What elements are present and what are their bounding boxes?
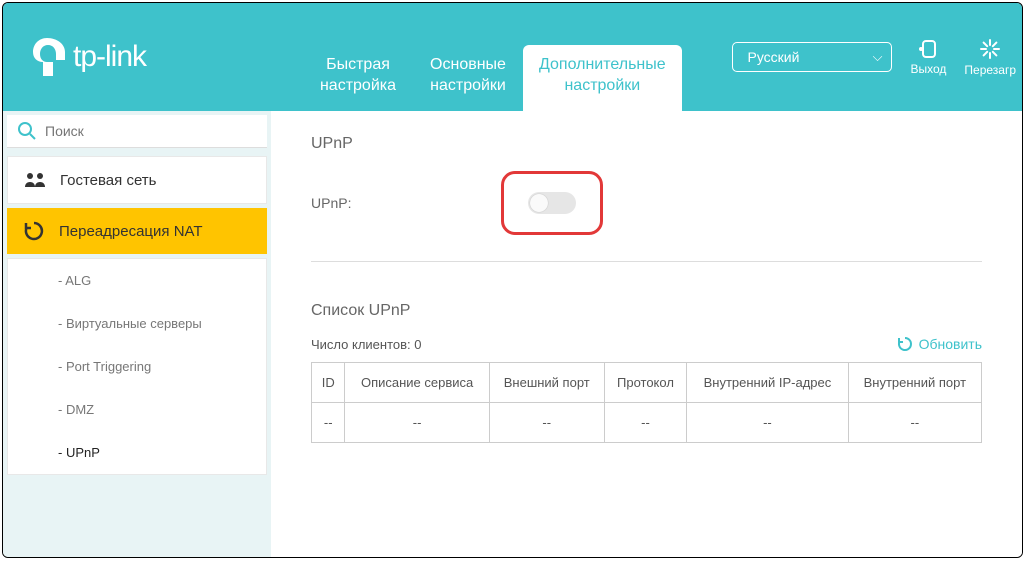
- logo-area: tp-link: [3, 3, 273, 111]
- reload-button[interactable]: Перезагр: [964, 38, 1016, 77]
- sidebar: Гостевая сеть Переадресация NAT - ALG - …: [3, 111, 271, 557]
- nav-tabs: Быстрая настройка Основные настройки Доп…: [303, 3, 682, 111]
- search-icon: [17, 121, 37, 141]
- tab-quick-setup[interactable]: Быстрая настройка: [303, 45, 413, 111]
- sidebar-item-guest-network[interactable]: Гостевая сеть: [7, 156, 267, 204]
- section-title-upnp-list: Список UPnP: [311, 302, 982, 320]
- section-title-upnp: UPnP: [311, 135, 982, 153]
- clients-count: Число клиентов: 0: [311, 337, 422, 352]
- refresh-button[interactable]: Обновить: [897, 336, 982, 352]
- logout-label: Выход: [910, 62, 946, 76]
- refresh-label: Обновить: [919, 336, 982, 352]
- reload-label: Перезагр: [964, 63, 1016, 77]
- header-right: Русский ⌵ Выход Перезагр: [732, 3, 1022, 111]
- sidebar-item-label: Переадресация NAT: [59, 223, 203, 240]
- logo: tp-link: [31, 36, 146, 78]
- users-icon: [24, 171, 46, 189]
- th-internal-port: Внутренний порт: [848, 363, 981, 403]
- toggle-knob: [530, 194, 548, 212]
- upnp-toggle-highlight: [501, 171, 603, 235]
- upnp-table: ID Описание сервиса Внешний порт Протоко…: [311, 362, 982, 443]
- nat-icon: [23, 222, 45, 240]
- upnp-label: UPnP:: [311, 195, 351, 211]
- logout-button[interactable]: Выход: [910, 39, 946, 76]
- sidebar-sub-upnp[interactable]: - UPnP: [8, 431, 266, 474]
- th-protocol: Протокол: [604, 363, 687, 403]
- th-internal-ip: Внутренний IP-адрес: [687, 363, 848, 403]
- sidebar-item-label: Гостевая сеть: [60, 172, 156, 189]
- sidebar-item-nat-forwarding[interactable]: Переадресация NAT: [7, 208, 267, 254]
- main-content: UPnP UPnP: Список UPnP Число клиентов: 0…: [271, 111, 1022, 557]
- tab-advanced-settings[interactable]: Дополнительные настройки: [523, 45, 682, 111]
- search-row: [7, 115, 267, 148]
- search-input[interactable]: [45, 123, 257, 139]
- brand-text: tp-link: [73, 40, 146, 74]
- sidebar-sub-virtual-servers[interactable]: - Виртуальные серверы: [8, 302, 266, 345]
- tplink-logo-icon: [31, 36, 67, 78]
- reload-icon: [979, 38, 1001, 60]
- logout-icon: [917, 39, 939, 59]
- language-select[interactable]: Русский ⌵: [732, 42, 892, 72]
- sidebar-sub-dmz[interactable]: - DMZ: [8, 388, 266, 431]
- sidebar-sub-port-triggering[interactable]: - Port Triggering: [8, 345, 266, 388]
- chevron-down-icon: ⌵: [873, 49, 883, 65]
- table-row: -- -- -- -- -- --: [312, 403, 982, 443]
- tab-basic-settings[interactable]: Основные настройки: [413, 45, 523, 111]
- language-label: Русский: [732, 42, 892, 72]
- sidebar-submenu: - ALG - Виртуальные серверы - Port Trigg…: [7, 258, 267, 475]
- upnp-toggle[interactable]: [528, 192, 576, 214]
- th-service-desc: Описание сервиса: [345, 363, 489, 403]
- sidebar-sub-alg[interactable]: - ALG: [8, 259, 266, 302]
- th-external-port: Внешний порт: [489, 363, 604, 403]
- th-id: ID: [312, 363, 345, 403]
- header: tp-link Быстрая настройка Основные настр…: [3, 3, 1022, 111]
- refresh-icon: [897, 336, 913, 352]
